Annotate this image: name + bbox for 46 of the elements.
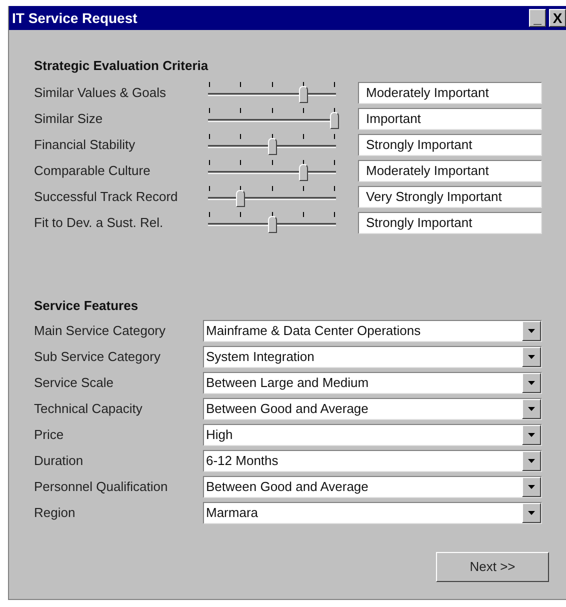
dropdown[interactable]: 6-12 Months [203, 450, 542, 472]
feature-label: Sub Service Category [34, 348, 162, 366]
section-heading: Strategic Evaluation Criteria [34, 57, 210, 75]
dropdown[interactable]: High [203, 424, 542, 446]
feature-label: Main Service Category [34, 322, 166, 340]
feature-label: Personnel Qualification [34, 478, 169, 496]
importance-field: Moderately Important [358, 82, 542, 104]
criterion-label: Successful Track Record [34, 188, 179, 206]
close-button[interactable]: X [549, 9, 566, 27]
importance-field: Very Strongly Important [358, 186, 542, 208]
feature-label: Technical Capacity [34, 400, 144, 418]
importance-field: Moderately Important [358, 160, 542, 182]
slider[interactable] [208, 132, 338, 156]
dropdown[interactable]: Between Large and Medium [203, 372, 542, 394]
window-title: IT Service Request [12, 8, 138, 28]
criterion-label: Comparable Culture [34, 162, 152, 180]
slider-thumb[interactable] [268, 138, 276, 154]
minimize-button[interactable]: _ [529, 9, 546, 27]
feature-label: Service Scale [34, 374, 114, 392]
slider[interactable] [208, 80, 338, 104]
slider-thumb[interactable] [330, 112, 339, 128]
dropdown[interactable]: System Integration [203, 346, 542, 368]
feature-label: Region [34, 504, 76, 522]
feature-label: Price [34, 426, 65, 444]
criterion-label: Similar Size [34, 110, 104, 128]
slider[interactable] [208, 210, 338, 234]
dropdown[interactable]: Between Good and Average [203, 398, 542, 420]
next-button[interactable]: Next >> [436, 552, 549, 582]
dropdown[interactable]: Mainframe & Data Center Operations [203, 320, 542, 342]
importance-field: Important [358, 108, 542, 130]
slider-thumb[interactable] [298, 86, 308, 102]
section-heading: Service Features [34, 296, 140, 314]
criterion-label: Financial Stability [34, 136, 136, 154]
criterion-label: Fit to Dev. a Sust. Rel. [34, 214, 164, 232]
slider-thumb[interactable] [268, 216, 276, 232]
importance-field: Strongly Important [358, 134, 542, 156]
importance-field: Strongly Important [358, 212, 542, 234]
dropdown[interactable]: Marmara [203, 502, 542, 524]
slider-thumb[interactable] [298, 164, 308, 180]
slider[interactable] [208, 106, 338, 130]
slider[interactable] [208, 184, 338, 208]
slider[interactable] [208, 158, 338, 182]
dropdown[interactable]: Between Good and Average [203, 476, 542, 498]
criterion-label: Similar Values & Goals [34, 84, 167, 102]
feature-label: Duration [34, 452, 84, 470]
slider-thumb[interactable] [236, 190, 246, 206]
